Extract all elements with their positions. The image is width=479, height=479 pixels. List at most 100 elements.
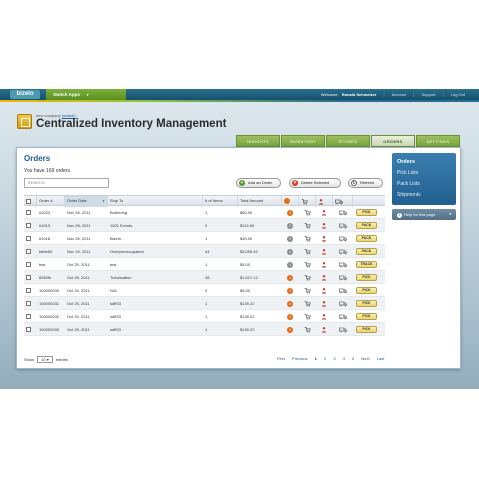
person-icon[interactable] xyxy=(321,261,327,268)
pager-page-2[interactable]: 2 xyxy=(324,356,326,361)
row-checkbox[interactable] xyxy=(26,314,31,319)
row-checkbox[interactable] xyxy=(26,288,31,293)
info-icon[interactable]: i xyxy=(287,261,293,268)
table-row[interactable]: 100000031 Oct 25, 2011 sdff33 1 $139.22 i PICK xyxy=(24,297,385,310)
cart-icon[interactable] xyxy=(304,248,311,255)
pager-page-4[interactable]: 4 xyxy=(343,356,345,361)
info-icon[interactable]: i xyxy=(287,313,293,320)
truck-icon[interactable] xyxy=(339,210,347,216)
pager-next[interactable]: Next xyxy=(361,356,369,361)
pager-last[interactable]: Last xyxy=(377,356,385,361)
add-order-button[interactable]: + Add an Order xyxy=(236,178,281,188)
order-number[interactable]: #1018 xyxy=(39,232,50,245)
row-action-button[interactable]: TRACK xyxy=(356,261,377,268)
account-link[interactable]: Account xyxy=(392,92,406,97)
order-number[interactable]: 100000031 xyxy=(39,297,59,310)
row-checkbox[interactable] xyxy=(26,223,31,228)
person-icon[interactable] xyxy=(321,274,327,281)
info-icon[interactable]: i xyxy=(287,209,293,216)
table-row[interactable]: #1018 Nov 28, 2011 Bizelo 1 $30.00 i PACK xyxy=(24,232,385,245)
pager-page-5[interactable]: 5 xyxy=(352,356,354,361)
person-icon[interactable] xyxy=(321,287,327,294)
pager-page-3[interactable]: 3 xyxy=(333,356,335,361)
info-icon[interactable]: i xyxy=(287,248,293,255)
order-number[interactable]: 100000039 xyxy=(39,284,59,297)
row-action-button[interactable]: PACK xyxy=(356,222,377,229)
switch-apps-menu[interactable]: Switch Apps ▼ xyxy=(46,89,126,100)
order-number[interactable]: 100000033 xyxy=(39,323,59,336)
truck-icon[interactable] xyxy=(339,275,347,281)
row-checkbox[interactable] xyxy=(26,301,31,306)
person-icon[interactable] xyxy=(321,300,327,307)
row-action-button[interactable]: PICK xyxy=(356,209,377,216)
table-row[interactable]: 8350fb Oct 25, 2011 Tubulization 28 $1,517.1… xyxy=(24,271,385,284)
row-checkbox[interactable] xyxy=(26,275,31,280)
info-icon[interactable]: i xyxy=(287,287,293,294)
row-action-button[interactable]: PACK xyxy=(356,248,377,255)
select-all-checkbox[interactable] xyxy=(26,198,31,204)
person-icon[interactable] xyxy=(321,248,327,255)
truck-icon[interactable] xyxy=(339,262,347,268)
row-action-button[interactable]: PICK xyxy=(356,326,377,333)
info-icon[interactable]: i xyxy=(287,222,293,229)
info-icon[interactable]: i xyxy=(287,326,293,333)
info-icon[interactable]: i xyxy=(287,235,293,242)
row-action-button[interactable]: PICK xyxy=(356,313,377,320)
pager-previous[interactable]: Previous xyxy=(292,356,308,361)
order-number[interactable]: #1019 xyxy=(39,219,50,232)
refresh-button[interactable]: ↻ Refresh xyxy=(348,178,383,188)
row-action-button[interactable]: PICK xyxy=(356,287,377,294)
cart-icon[interactable] xyxy=(304,287,311,294)
logout-link[interactable]: Log Out xyxy=(451,92,465,97)
person-icon[interactable] xyxy=(321,209,327,216)
tab-settings[interactable]: SETTINGS xyxy=(416,135,460,147)
sidebar-item-orders[interactable]: Orders xyxy=(392,157,456,168)
tab-inventory[interactable]: INVENTORY xyxy=(281,135,325,147)
row-checkbox[interactable] xyxy=(26,210,31,215)
order-number[interactable]: b8be60 xyxy=(39,245,52,258)
truck-icon[interactable] xyxy=(339,223,347,229)
order-number[interactable]: #1023 xyxy=(39,206,50,219)
tab-stores[interactable]: STORES xyxy=(326,135,370,147)
support-link[interactable]: Support xyxy=(421,92,435,97)
order-number[interactable]: 100000032 xyxy=(39,310,59,323)
cart-icon[interactable] xyxy=(304,235,311,242)
search-input[interactable] xyxy=(24,178,109,188)
truck-icon[interactable] xyxy=(339,327,347,333)
person-icon[interactable] xyxy=(321,326,327,333)
person-icon[interactable] xyxy=(321,235,327,242)
tab-insights[interactable]: INSIGHTS xyxy=(236,135,280,147)
cart-icon[interactable] xyxy=(304,274,311,281)
truck-icon[interactable] xyxy=(339,288,347,294)
table-row[interactable]: #1023 Nov 28, 2011 Bothering 1 $60.00 i PICK xyxy=(24,206,385,219)
cart-icon[interactable] xyxy=(304,261,311,268)
truck-icon[interactable] xyxy=(339,249,347,255)
order-number[interactable]: test xyxy=(39,258,45,271)
sidebar-item-pack-lists[interactable]: Pack Lists xyxy=(392,179,456,190)
cart-icon[interactable] xyxy=(304,222,311,229)
sidebar-item-pick-lists[interactable]: Pick Lists xyxy=(392,168,456,179)
tab-orders[interactable]: ORDERS xyxy=(371,135,415,147)
help-button[interactable]: ? Help for this page ▼ xyxy=(392,209,456,220)
table-row[interactable]: 100000033 Oct 25, 2011 sdff33 1 $139.22 i PICK xyxy=(24,323,385,336)
row-checkbox[interactable] xyxy=(26,262,31,267)
table-row[interactable]: 100000039 Oct 25, 2011 N/A 0 $5.00 i PICK xyxy=(24,284,385,297)
cart-icon[interactable] xyxy=(304,209,311,216)
cart-icon[interactable] xyxy=(304,326,311,333)
delete-selected-button[interactable]: × Delete Selected xyxy=(289,178,341,188)
table-row[interactable]: 100000032 Oct 25, 2011 sdff33 1 $139.22 i PICK xyxy=(24,310,385,323)
truck-icon[interactable] xyxy=(339,301,347,307)
table-row[interactable]: b8be60 Nov 15, 2011 Overpreoccupation 44 $3,… xyxy=(24,245,385,258)
cart-icon[interactable] xyxy=(304,313,311,320)
app-logo[interactable]: bizelo xyxy=(10,90,40,99)
table-row[interactable]: test Oct 25, 2011 test 1 $5.00 i TRACK xyxy=(24,258,385,271)
row-action-button[interactable]: PACK xyxy=(356,235,377,242)
row-action-button[interactable]: PICK xyxy=(356,274,377,281)
info-icon[interactable]: i xyxy=(287,274,293,281)
page-size-select[interactable]: 10 ▾ xyxy=(37,356,53,363)
pager-page-1[interactable]: 1 xyxy=(315,356,317,361)
table-row[interactable]: #1019 Nov 28, 2011 1001 Events 2 $113.50 i PAC… xyxy=(24,219,385,232)
row-action-button[interactable]: PICK xyxy=(356,300,377,307)
truck-icon[interactable] xyxy=(339,314,347,320)
order-number[interactable]: 8350fb xyxy=(39,271,51,284)
